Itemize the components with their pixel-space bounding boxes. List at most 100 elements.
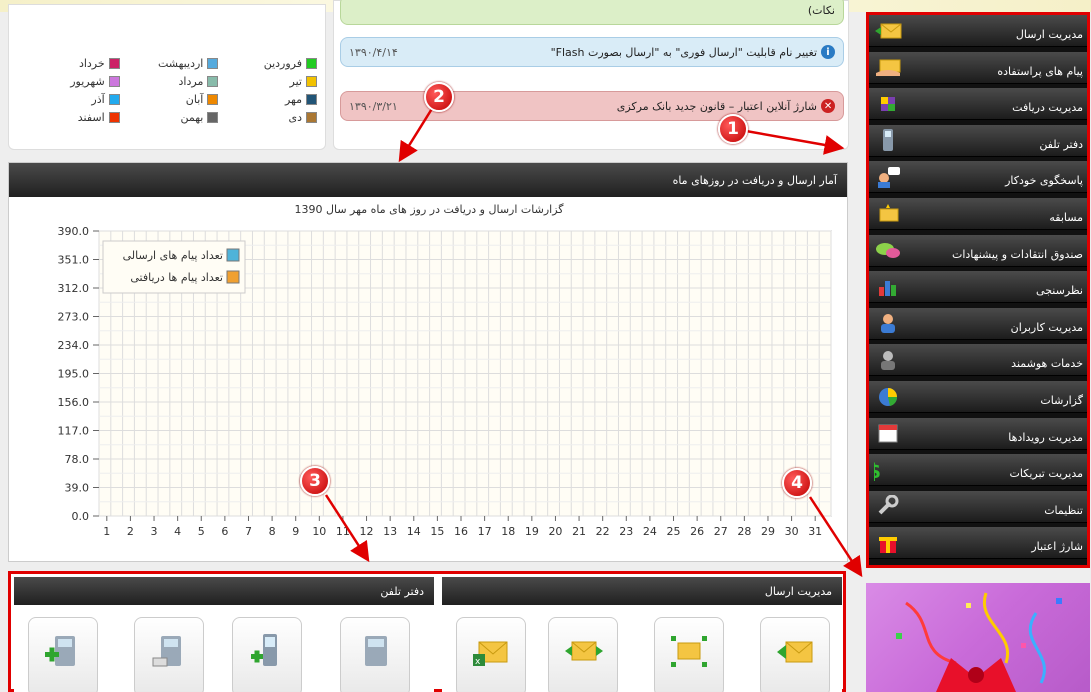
- sidebar-item[interactable]: دفتر تلفن: [869, 124, 1087, 157]
- sidebar-item-label: مدیریت تبریکات: [1009, 467, 1083, 481]
- x-tick-label: 18: [501, 525, 515, 538]
- news-item[interactable]: i تغییر نام قابلیت "ارسال فوری" به "ارسا…: [340, 37, 844, 67]
- x-tick-label: 29: [761, 525, 775, 538]
- x-tick-label: 21: [572, 525, 586, 538]
- phonebook-panel: دفتر تلفن: [14, 577, 434, 692]
- news-text: شارژ آنلاین اعتبار – قانون جدید بانک مرک…: [616, 99, 817, 113]
- x-tick-label: 2: [127, 525, 134, 538]
- month-legend-item: مهر: [218, 93, 317, 106]
- color-swatch: [207, 112, 219, 123]
- color-swatch: [306, 76, 317, 87]
- sidebar-item[interactable]: پیام های پراستفاده: [869, 51, 1087, 84]
- sidebar-item-label: مدیریت ارسال: [1015, 28, 1083, 41]
- y-tick-label: 117.0: [58, 425, 90, 438]
- sidebar-item-label: نظرسنجی: [1036, 284, 1083, 298]
- news-item[interactable]: ✕ شارژ آنلاین اعتبار – قانون جدید بانک م…: [340, 91, 844, 121]
- color-swatch: [207, 76, 219, 87]
- gift-illustration: [896, 592, 1062, 692]
- x-tick-label: 23: [619, 525, 633, 538]
- svg-text:x: x: [475, 657, 481, 667]
- envelope-burst-icon: [671, 636, 707, 667]
- x-tick-label: 24: [643, 525, 657, 538]
- send-management-panel-header: مدیریت ارسال: [442, 577, 842, 605]
- flash-send-tile[interactable]: [654, 617, 724, 692]
- chat-user-icon: [873, 165, 903, 189]
- sidebar-item[interactable]: مدیریت تبریکات $: [869, 454, 1087, 487]
- color-swatch: [306, 58, 317, 69]
- sidebar-item[interactable]: مدیریت ارسال: [869, 15, 1087, 47]
- sidebar-item[interactable]: پاسخگوی خودکار: [869, 161, 1087, 194]
- month-legend-item: اردیبهشت: [120, 57, 219, 70]
- user-icon: [873, 311, 903, 335]
- color-swatch: [108, 94, 120, 105]
- sidebar-item[interactable]: مدیریت کاربران: [869, 307, 1087, 340]
- phonebook-list-tile[interactable]: [134, 617, 204, 692]
- promo-banner[interactable]: [866, 583, 1090, 692]
- envelope-arrow-icon: [777, 641, 813, 663]
- envelope-swap-icon: [565, 641, 603, 661]
- y-tick-label: 312.0: [58, 282, 90, 295]
- speech-bubbles-icon: [873, 238, 903, 262]
- two-way-send-tile[interactable]: [548, 617, 618, 692]
- phone-list-icon: [152, 636, 181, 667]
- month-label: فروردین: [263, 57, 302, 70]
- sidebar-item[interactable]: خدمات هوشمند: [869, 344, 1087, 377]
- wrench-icon: [873, 494, 903, 518]
- y-tick-label: 195.0: [58, 368, 90, 381]
- x-tick-label: 22: [596, 525, 610, 538]
- x-tick-label: 19: [525, 525, 539, 538]
- add-number-tile[interactable]: [232, 617, 302, 692]
- x-tick-label: 31: [808, 525, 822, 538]
- x-tick-label: 11: [336, 525, 350, 538]
- month-legend: فروردین اردیبهشت خرداد تیر مرداد شهریور مهر آبا…: [21, 57, 317, 124]
- month-label: تیر: [289, 75, 302, 88]
- month-legend-item: فروردین: [218, 57, 317, 70]
- bar-chart-icon: [873, 275, 903, 299]
- legend-swatch: [226, 270, 240, 284]
- month-label: اسفند: [77, 111, 105, 124]
- chart-svg: 0.0 39.0 78.0 117.0 156.0 195.0 234.0 273.0 312.…: [58, 225, 832, 538]
- sidebar-item[interactable]: گزارشات: [869, 381, 1087, 413]
- sidebar-item[interactable]: مدیریت دریافت: [869, 88, 1087, 121]
- x-tick-label: 30: [785, 525, 799, 538]
- sidebar-item[interactable]: صندوق انتقادات و پیشنهادات: [869, 234, 1087, 267]
- legend-swatch: [226, 248, 240, 262]
- news-item-partial[interactable]: نکات): [340, 0, 844, 25]
- envelope-excel-icon: x: [473, 641, 508, 667]
- color-swatch: [108, 76, 120, 87]
- sidebar-item[interactable]: شارژ اعتبار: [869, 527, 1087, 560]
- month-label: خرداد: [78, 57, 105, 70]
- annotation-badge: 1: [718, 114, 748, 144]
- y-tick-label: 39.0: [65, 482, 90, 495]
- sidebar-item[interactable]: مسابقه: [869, 198, 1087, 230]
- legend-label: تعداد پیام ها دریافتی: [130, 271, 223, 284]
- sidebar-item[interactable]: تنظیمات: [869, 490, 1087, 523]
- sidebar-item[interactable]: مدیریت رویدادها: [869, 417, 1087, 450]
- legend-label: تعداد پیام های ارسالی: [123, 249, 223, 262]
- info-icon: i: [821, 45, 835, 59]
- color-swatch: [108, 112, 120, 123]
- excel-send-tile[interactable]: x: [456, 617, 526, 692]
- x-tick-label: 13: [383, 525, 397, 538]
- sidebar-item-label: مدیریت کاربران: [1010, 320, 1083, 334]
- month-label: مرداد: [178, 75, 204, 88]
- send-management-panel: مدیریت ارسال x: [442, 577, 842, 692]
- cube-icon: [873, 92, 903, 116]
- sidebar-item[interactable]: نظرسنجی: [869, 271, 1087, 304]
- month-legend-item: آذر: [21, 93, 120, 106]
- month-legend-item: دی: [218, 111, 317, 124]
- sidebar-item-label: خدمات هوشمند: [1011, 357, 1083, 371]
- sidebar-item-label: دفتر تلفن: [1039, 137, 1083, 151]
- sidebar-item-label: صندوق انتقادات و پیشنهادات: [952, 247, 1083, 261]
- color-swatch: [207, 58, 219, 69]
- sidebar-item-label: مدیریت رویدادها: [1008, 430, 1083, 444]
- phone-icon: [873, 128, 903, 152]
- month-label: شهریور: [70, 75, 105, 88]
- month-label: آبان: [185, 93, 204, 106]
- phonebook-tile[interactable]: [340, 617, 410, 692]
- sidebar-item-label: تنظیمات: [1044, 503, 1083, 517]
- add-contact-tile[interactable]: [28, 617, 98, 692]
- quick-send-tile[interactable]: [760, 617, 830, 692]
- month-legend-item: آبان: [120, 93, 219, 106]
- sidebar-menu: مدیریت ارسال پیام های پراستفاده مدیریت دری…: [866, 12, 1090, 568]
